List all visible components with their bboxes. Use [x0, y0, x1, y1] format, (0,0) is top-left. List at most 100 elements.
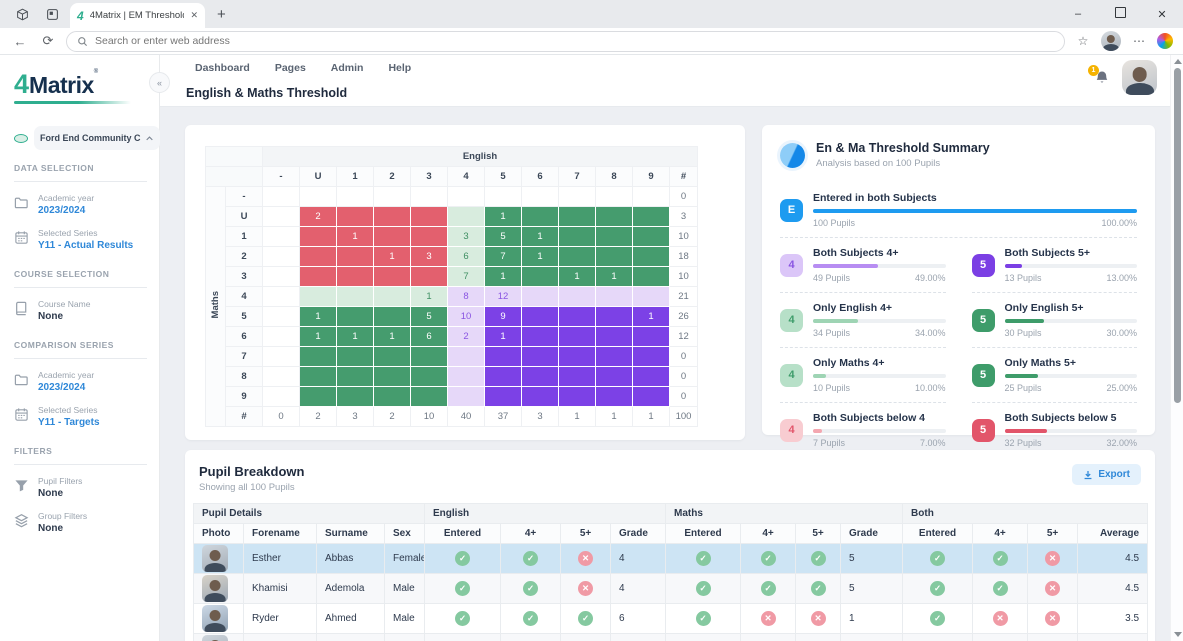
- matrix-cell[interactable]: [485, 187, 522, 207]
- matrix-cell[interactable]: [448, 187, 485, 207]
- matrix-cell[interactable]: [522, 287, 559, 307]
- matrix-cell[interactable]: [559, 187, 596, 207]
- nav-item-admin[interactable]: Admin: [331, 62, 364, 74]
- matrix-cell[interactable]: 1: [485, 327, 522, 347]
- matrix-cell[interactable]: [263, 227, 300, 247]
- matrix-cell[interactable]: [300, 287, 337, 307]
- address-input[interactable]: [95, 35, 1054, 47]
- matrix-cell[interactable]: 6: [411, 327, 448, 347]
- sidebar-item[interactable]: Selected SeriesY11 - Actual Results: [14, 221, 147, 256]
- nav-item-dashboard[interactable]: Dashboard: [195, 62, 250, 74]
- new-tab-button[interactable]: +: [217, 6, 226, 23]
- column-header[interactable]: 4+: [741, 524, 796, 544]
- close-button[interactable]: ✕: [1141, 8, 1183, 21]
- matrix-cell[interactable]: [337, 347, 374, 367]
- matrix-cell[interactable]: [559, 347, 596, 367]
- more-menu-icon[interactable]: ⋯: [1129, 34, 1149, 48]
- matrix-cell[interactable]: 3: [448, 227, 485, 247]
- matrix-cell[interactable]: [374, 227, 411, 247]
- matrix-cell[interactable]: 1: [559, 267, 596, 287]
- matrix-cell[interactable]: [633, 387, 670, 407]
- matrix-cell[interactable]: 1: [300, 327, 337, 347]
- matrix-cell[interactable]: 1: [374, 327, 411, 347]
- matrix-cell[interactable]: [300, 187, 337, 207]
- matrix-cell[interactable]: 1: [485, 267, 522, 287]
- matrix-cell[interactable]: [596, 187, 633, 207]
- matrix-cell[interactable]: [263, 207, 300, 227]
- app-logo[interactable]: 4Matrix®: [14, 69, 147, 108]
- copilot-icon[interactable]: [1157, 33, 1173, 49]
- matrix-cell[interactable]: [337, 207, 374, 227]
- column-header[interactable]: Grade: [841, 524, 903, 544]
- sidebar-item[interactable]: Selected SeriesY11 - Targets: [14, 398, 147, 433]
- column-header[interactable]: Average: [1078, 524, 1148, 544]
- matrix-cell[interactable]: [559, 287, 596, 307]
- matrix-cell[interactable]: [633, 287, 670, 307]
- matrix-cell[interactable]: [633, 207, 670, 227]
- matrix-cell[interactable]: [559, 247, 596, 267]
- matrix-cell[interactable]: [374, 347, 411, 367]
- sidebar-item[interactable]: Pupil FiltersNone: [14, 469, 147, 504]
- matrix-cell[interactable]: [337, 387, 374, 407]
- matrix-cell[interactable]: [374, 367, 411, 387]
- column-header[interactable]: 5+: [1028, 524, 1078, 544]
- scroll-down-icon[interactable]: [1174, 632, 1182, 637]
- item-value[interactable]: Y11 - Actual Results: [38, 240, 133, 251]
- matrix-cell[interactable]: [448, 207, 485, 227]
- tab-close-icon[interactable]: ✕: [190, 10, 198, 21]
- school-selector[interactable]: Ford End Community C: [14, 126, 147, 150]
- item-value[interactable]: None: [38, 311, 90, 322]
- matrix-cell[interactable]: [263, 367, 300, 387]
- column-header[interactable]: Sex: [385, 524, 425, 544]
- matrix-cell[interactable]: 3: [411, 247, 448, 267]
- matrix-cell[interactable]: [374, 267, 411, 287]
- matrix-cell[interactable]: [374, 287, 411, 307]
- matrix-cell[interactable]: [300, 367, 337, 387]
- user-avatar[interactable]: [1122, 60, 1157, 95]
- table-row[interactable]: ✓✕✕✓✓✓✓✕✕: [194, 634, 1148, 641]
- table-row[interactable]: KhamisiAdemolaMale✓✓✕4✓✓✓5✓✓✕4.5: [194, 574, 1148, 604]
- matrix-cell[interactable]: [522, 187, 559, 207]
- matrix-cell[interactable]: [559, 207, 596, 227]
- column-header[interactable]: 5+: [561, 524, 611, 544]
- column-header[interactable]: Grade: [611, 524, 666, 544]
- column-header[interactable]: Entered: [425, 524, 501, 544]
- matrix-cell[interactable]: [411, 267, 448, 287]
- item-value[interactable]: 2023/2024: [38, 382, 94, 393]
- matrix-cell[interactable]: 1: [411, 287, 448, 307]
- matrix-cell[interactable]: [633, 367, 670, 387]
- matrix-cell[interactable]: [337, 307, 374, 327]
- table-row[interactable]: RyderAhmedMale✓✓✓6✓✕✕1✓✕✕3.5: [194, 604, 1148, 634]
- matrix-cell[interactable]: 1: [374, 247, 411, 267]
- refresh-icon[interactable]: ⟳: [38, 33, 58, 49]
- matrix-cell[interactable]: 1: [596, 267, 633, 287]
- matrix-cell[interactable]: [596, 347, 633, 367]
- matrix-cell[interactable]: 1: [337, 327, 374, 347]
- item-value[interactable]: Y11 - Targets: [38, 417, 100, 428]
- sidebar-collapse-button[interactable]: «: [149, 72, 170, 93]
- matrix-cell[interactable]: [448, 387, 485, 407]
- matrix-cell[interactable]: [522, 387, 559, 407]
- matrix-cell[interactable]: [522, 207, 559, 227]
- matrix-cell[interactable]: [337, 267, 374, 287]
- matrix-cell[interactable]: 7: [485, 247, 522, 267]
- matrix-cell[interactable]: [337, 287, 374, 307]
- matrix-cell[interactable]: [374, 307, 411, 327]
- matrix-cell[interactable]: [300, 267, 337, 287]
- scroll-up-icon[interactable]: [1174, 59, 1182, 64]
- matrix-cell[interactable]: [596, 387, 633, 407]
- column-header[interactable]: Photo: [194, 524, 244, 544]
- matrix-cell[interactable]: [374, 387, 411, 407]
- favorites-icon[interactable]: ☆: [1073, 34, 1093, 48]
- matrix-cell[interactable]: 1: [485, 207, 522, 227]
- export-button[interactable]: Export: [1072, 464, 1141, 485]
- matrix-cell[interactable]: [522, 267, 559, 287]
- matrix-cell[interactable]: [633, 267, 670, 287]
- matrix-cell[interactable]: 9: [485, 307, 522, 327]
- scrollbar-thumb[interactable]: [1174, 68, 1181, 403]
- column-header[interactable]: Surname: [317, 524, 385, 544]
- matrix-cell[interactable]: 6: [448, 247, 485, 267]
- matrix-cell[interactable]: [263, 187, 300, 207]
- matrix-cell[interactable]: [522, 307, 559, 327]
- matrix-cell[interactable]: [559, 387, 596, 407]
